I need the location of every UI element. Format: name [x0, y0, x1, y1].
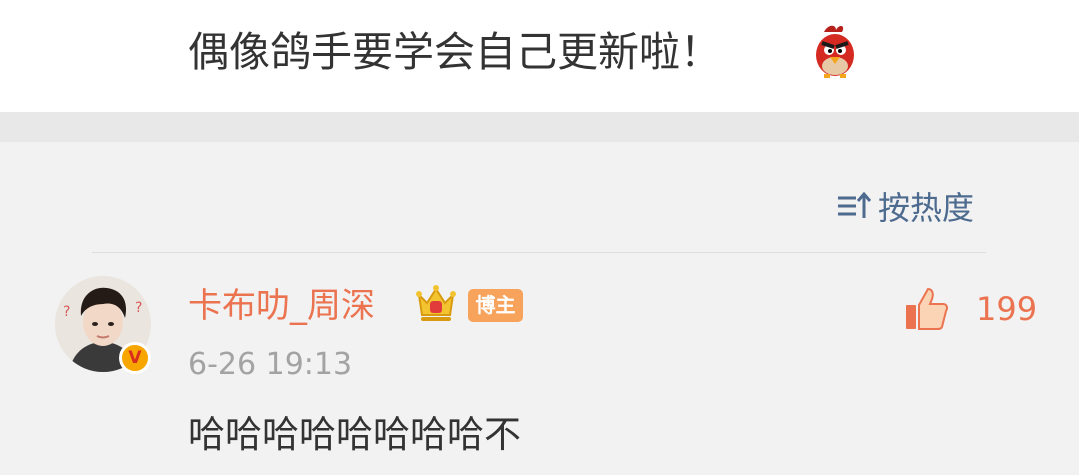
thumbs-up-icon	[906, 287, 948, 330]
svg-text:?: ?	[63, 304, 70, 320]
comment-text: 哈哈哈哈哈哈哈哈不	[188, 413, 521, 456]
comments-header-divider	[92, 252, 986, 253]
comment-timestamp: 6-26 19:13	[188, 347, 353, 382]
svg-text:?: ?	[135, 300, 142, 316]
post-content-area: 偶像鸽手要学会自己更新啦！	[0, 0, 1079, 112]
angry-bird-emoji-icon	[816, 25, 854, 78]
post-text: 偶像鸽手要学会自己更新啦！	[188, 28, 721, 76]
comment-user-name[interactable]: 卡布叻_周深	[188, 284, 375, 328]
author-badge: 博主	[468, 289, 523, 322]
verified-badge: V	[119, 342, 151, 374]
like-count: 199	[976, 290, 1038, 328]
sort-icon	[838, 191, 872, 218]
like-button[interactable]: 199	[902, 282, 1037, 336]
section-divider	[0, 112, 1079, 142]
sort-by-hot-button[interactable]: 按热度	[836, 184, 974, 228]
crown-icon	[416, 285, 456, 321]
sort-label: 按热度	[878, 189, 975, 227]
